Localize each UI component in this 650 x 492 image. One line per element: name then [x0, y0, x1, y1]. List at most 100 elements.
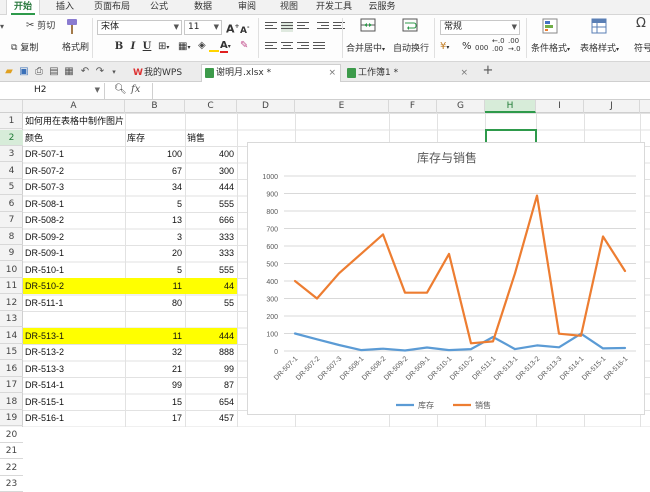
cell-color-code[interactable]: DR-508-1 — [23, 196, 125, 212]
row-header-15[interactable]: 15 — [0, 344, 23, 360]
line-chart[interactable]: 库存与销售 0 100 200 300 400 500 600 700 800 900 1000 DR-… — [247, 142, 645, 415]
cell-sales[interactable]: 888 — [185, 344, 237, 360]
cell-sales[interactable]: 444 — [185, 179, 237, 195]
cell-sales[interactable]: 666 — [185, 212, 237, 228]
cell-color-code[interactable]: DR-510-2 — [23, 278, 125, 294]
column-header-i[interactable]: I — [536, 100, 584, 113]
clear-format-button[interactable]: ✎ — [240, 40, 248, 52]
cell-color-code[interactable]: DR-509-1 — [23, 245, 125, 261]
magnifier-icon[interactable]: 🔍︎ — [114, 84, 127, 96]
indent-left-icon[interactable] — [317, 22, 329, 32]
cell-sales[interactable]: 555 — [185, 262, 237, 278]
tab-developer[interactable]: 开发工具 — [313, 0, 355, 15]
justify-icon[interactable] — [313, 42, 325, 52]
row-header-21[interactable]: 21 — [0, 443, 23, 459]
cell-color-code[interactable]: DR-507-3 — [23, 179, 125, 195]
function-button[interactable]: fx — [131, 84, 140, 96]
row-header-9[interactable]: 9 — [0, 245, 23, 261]
font-size-select[interactable]: 11 ▼ — [184, 20, 222, 35]
cell-sales[interactable]: 457 — [185, 410, 237, 426]
cell-sales[interactable]: 87 — [185, 377, 237, 393]
copy-button[interactable]: ⧉ 复制 — [11, 42, 38, 55]
column-header-b[interactable]: B — [125, 100, 185, 113]
more-icon[interactable]: ▾ — [108, 66, 120, 78]
row-header-10[interactable]: 10 — [0, 262, 23, 278]
add-tab-button[interactable]: + — [482, 64, 494, 77]
row-header-4[interactable]: 4 — [0, 163, 23, 179]
symbol-icon-wrap[interactable]: Ω — [636, 17, 646, 31]
save-icon[interactable]: ▣ — [18, 66, 30, 78]
name-box[interactable]: H2 ▼ — [0, 83, 105, 99]
align-bottom-icon[interactable] — [297, 22, 309, 32]
cell-sales[interactable]: 99 — [185, 361, 237, 377]
cell-style-button[interactable]: ▦▾ — [178, 41, 190, 54]
tab-page-layout[interactable]: 页面布局 — [90, 0, 134, 15]
thousands-button[interactable]: 000 — [475, 42, 488, 54]
row-header-16[interactable]: 16 — [0, 361, 23, 377]
border-button[interactable]: ⊞▾ — [158, 41, 169, 54]
cell-sales[interactable]: 555 — [185, 196, 237, 212]
cell-stock[interactable]: 5 — [125, 262, 185, 278]
cell-color-code[interactable]: DR-507-1 — [23, 146, 125, 162]
cell-color-code[interactable]: DR-516-1 — [23, 410, 125, 426]
align-right-icon[interactable] — [297, 42, 309, 52]
paste-button[interactable]: ▾ — [0, 21, 4, 34]
wrap-text-button[interactable]: 自动换行 — [393, 43, 429, 55]
column-header-g[interactable]: G — [437, 100, 485, 113]
wrap-text-icon-wrap[interactable] — [402, 17, 418, 37]
symbol-button[interactable]: 符号 — [634, 43, 650, 55]
increase-font-button[interactable]: A+ — [226, 21, 240, 36]
formula-input[interactable] — [155, 83, 650, 99]
cell-stock[interactable]: 3 — [125, 229, 185, 245]
select-all-corner[interactable] — [0, 100, 23, 113]
close-icon[interactable]: × — [460, 65, 468, 81]
row-header-22[interactable]: 22 — [0, 460, 23, 476]
cell-sales[interactable]: 44 — [185, 278, 237, 294]
tab-document-active[interactable]: 谢明月.xlsx * × — [201, 64, 341, 82]
tab-formulas[interactable]: 公式 — [144, 0, 174, 15]
cell-stock[interactable]: 17 — [125, 410, 185, 426]
cell-stock[interactable]: 32 — [125, 344, 185, 360]
cell-sales[interactable]: 55 — [185, 295, 237, 311]
table-style-button[interactable]: 表格样式▾ — [580, 43, 619, 56]
cell-stock[interactable]: 99 — [125, 377, 185, 393]
row-header-11[interactable]: 11 — [0, 278, 23, 294]
tab-data[interactable]: 数据 — [188, 0, 218, 15]
column-header-a[interactable]: A — [23, 100, 125, 113]
row-header-5[interactable]: 5 — [0, 179, 23, 195]
font-color-button[interactable]: A▾ — [220, 40, 231, 53]
cell-stock[interactable]: 100 — [125, 146, 185, 162]
cell-stock[interactable]: 20 — [125, 245, 185, 261]
series-line-2[interactable] — [293, 194, 627, 345]
bold-button[interactable]: B — [113, 40, 125, 53]
tab-insert[interactable]: 插入 — [48, 0, 82, 15]
row-header-2[interactable]: 2 — [0, 129, 23, 146]
increase-decimal-button[interactable]: ←.0.00 — [492, 37, 505, 53]
cell-sales[interactable]: 444 — [185, 327, 237, 344]
font-name-select[interactable]: 宋体 ▼ — [97, 20, 182, 35]
fill-color-button[interactable]: ◈ — [198, 40, 219, 52]
italic-button[interactable]: I — [127, 40, 139, 53]
row-header-8[interactable]: 8 — [0, 229, 23, 245]
row-header-14[interactable]: 14 — [0, 328, 23, 344]
cell-color-code[interactable]: DR-507-2 — [23, 163, 125, 179]
indent-right-icon[interactable] — [333, 22, 345, 32]
format-painter-button[interactable]: 格式刷 — [62, 42, 89, 54]
cell-stock[interactable]: 11 — [125, 327, 185, 344]
align-center-icon[interactable] — [281, 42, 293, 52]
tab-review[interactable]: 审阅 — [232, 0, 262, 15]
cell-color-code[interactable]: DR-513-1 — [23, 327, 125, 344]
cell-stock[interactable]: 11 — [125, 278, 185, 294]
column-header-e[interactable]: E — [295, 100, 389, 113]
number-format-select[interactable]: 常规 ▼ — [440, 20, 520, 35]
cell-sales[interactable]: 654 — [185, 394, 237, 410]
header-cell-color[interactable]: 颜色 — [23, 130, 125, 146]
open-folder-icon[interactable]: ▰ — [3, 66, 15, 78]
column-header-j[interactable]: J — [584, 100, 640, 113]
export-pdf-icon[interactable]: ▦ — [63, 66, 75, 78]
underline-button[interactable]: U — [141, 40, 153, 53]
row-header-3[interactable]: 3 — [0, 146, 23, 162]
row-header-1[interactable]: 1 — [0, 113, 23, 129]
decrease-decimal-button[interactable]: .00 →.0 — [508, 37, 521, 53]
cell-stock[interactable]: 5 — [125, 196, 185, 212]
